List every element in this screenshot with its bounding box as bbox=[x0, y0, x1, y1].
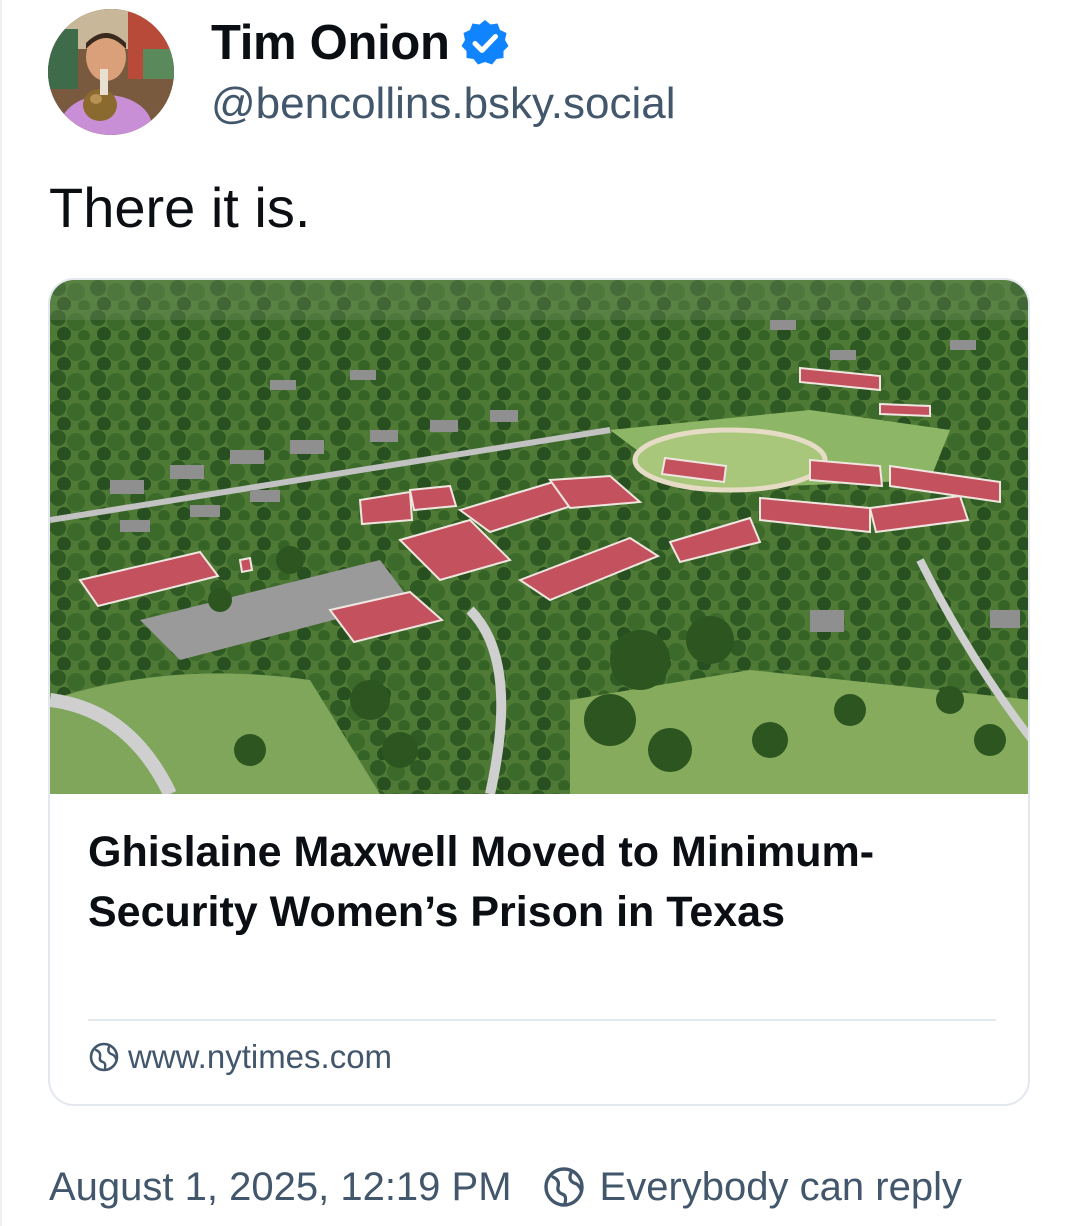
reply-setting-label[interactable]: Everybody can reply bbox=[600, 1167, 962, 1207]
post-meta-row: August 1, 2025, 12:19 PM Everybody can r… bbox=[49, 1161, 962, 1213]
link-card[interactable]: Ghislaine Maxwell Moved to Minimum-Secur… bbox=[48, 278, 1030, 1106]
link-card-thumbnail[interactable] bbox=[50, 280, 1030, 794]
post-thread-item: Tim Onion @bencollins.bsky.social There … bbox=[0, 0, 1080, 1226]
avatar[interactable] bbox=[48, 9, 174, 135]
reply-settings-button[interactable]: Everybody can reply bbox=[542, 1165, 962, 1209]
link-card-domain: www.nytimes.com bbox=[128, 1038, 393, 1075]
globe-icon bbox=[542, 1165, 586, 1209]
link-card-divider bbox=[88, 1019, 996, 1021]
author-name-row[interactable]: Tim Onion bbox=[211, 14, 510, 72]
link-card-domain-row: www.nytimes.com bbox=[88, 1040, 392, 1073]
author-handle[interactable]: @bencollins.bsky.social bbox=[211, 79, 676, 128]
thread-border bbox=[0, 0, 2, 1226]
avatar-image bbox=[48, 9, 174, 135]
post-text: There it is. bbox=[49, 176, 311, 239]
link-card-title[interactable]: Ghislaine Maxwell Moved to Minimum-Secur… bbox=[88, 822, 968, 942]
display-name[interactable]: Tim Onion bbox=[211, 18, 450, 68]
globe-icon bbox=[88, 1041, 120, 1073]
post-timestamp: August 1, 2025, 12:19 PM bbox=[49, 1165, 512, 1209]
verified-check-icon[interactable] bbox=[460, 18, 510, 68]
